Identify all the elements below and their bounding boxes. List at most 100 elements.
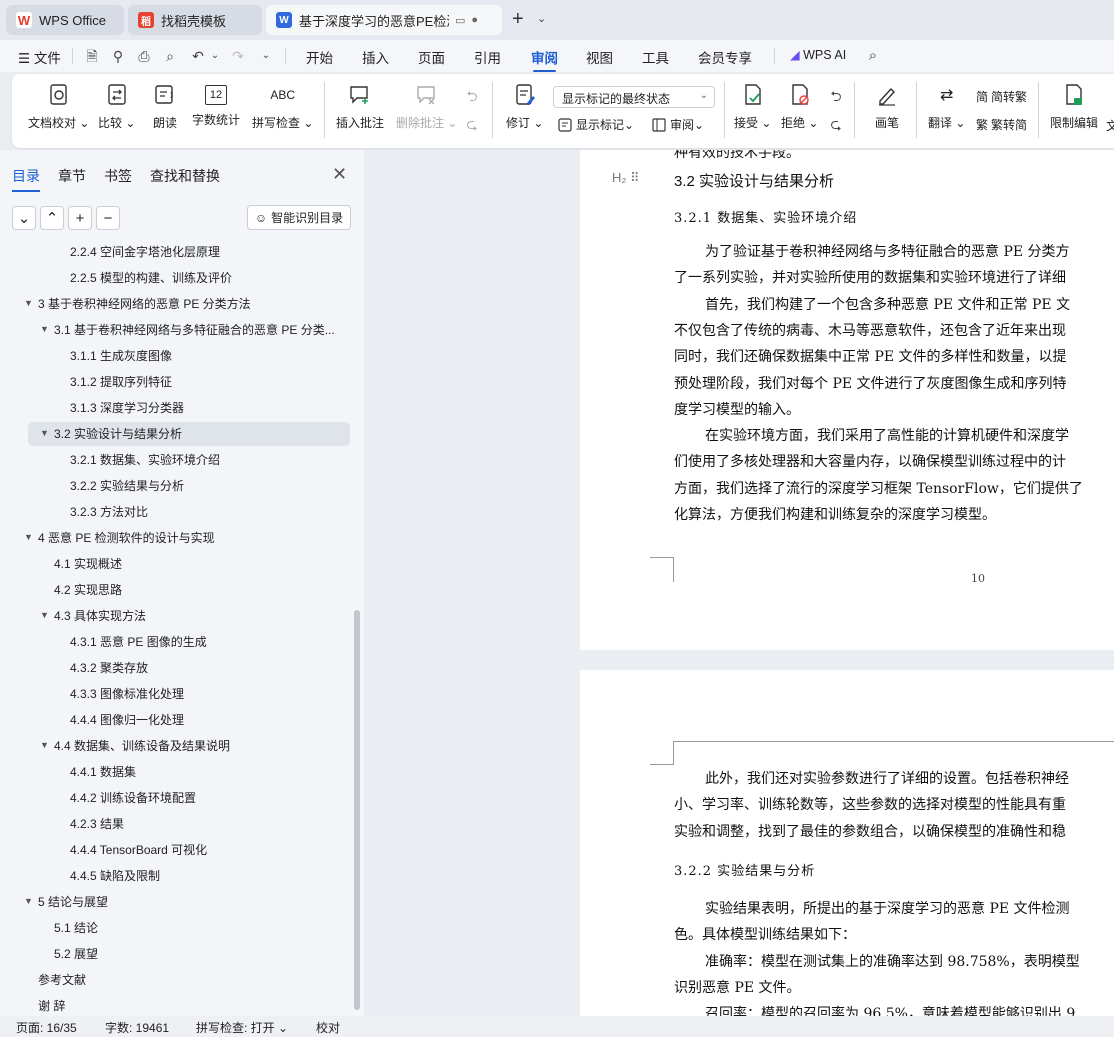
undo-icon[interactable]: ↶	[190, 48, 206, 64]
tab-wps-office[interactable]: W WPS Office	[6, 5, 124, 35]
new-tab-plus-icon[interactable]: +	[512, 9, 524, 29]
undo-dropdown-icon[interactable]: ⌄	[207, 48, 223, 64]
proofread-status[interactable]: 校对	[316, 1019, 340, 1036]
wps-ai-button[interactable]: ◢ WPS AI	[790, 47, 846, 62]
pen-button[interactable]: 画笔	[874, 82, 900, 131]
next-change-icon[interactable]: ⮎	[828, 116, 844, 132]
unsaved-dot-icon[interactable]: ●	[471, 14, 478, 26]
toc-item[interactable]: 3.1 基于卷积神经网络与多特征融合的恶意 PE 分类...	[54, 318, 335, 342]
toc-item[interactable]: 3.2 实验设计与结果分析	[54, 422, 182, 446]
tab-list-chevron-icon[interactable]: ⌄	[537, 12, 546, 25]
toc-item[interactable]: 4.4.2 训练设备环境配置	[70, 786, 196, 810]
toc-item[interactable]: 3.2.1 数据集、实验环境介绍	[70, 448, 220, 472]
compare-button[interactable]: 比较 ⌄	[98, 82, 135, 131]
collapse-triangle-icon[interactable]: ▼	[40, 428, 49, 438]
add-heading-plus-icon[interactable]: +	[68, 206, 92, 230]
menu-insert[interactable]: 插入	[362, 47, 389, 67]
collapse-chevron-up-icon[interactable]: ⌃	[40, 206, 64, 230]
word-count-button[interactable]: 12 字数统计	[192, 82, 240, 128]
simplified-to-traditional-button[interactable]: 简 简转繁	[976, 88, 1027, 105]
page-indicator[interactable]: 页面: 16/35	[16, 1019, 77, 1036]
collapse-triangle-icon[interactable]: ▼	[24, 298, 33, 308]
close-icon[interactable]: ✕	[332, 164, 347, 185]
remove-heading-minus-icon[interactable]: −	[96, 206, 120, 230]
collapse-triangle-icon[interactable]: ▼	[40, 610, 49, 620]
toc-item[interactable]: 4.3 具体实现方法	[54, 604, 146, 628]
nav-tab-find-replace[interactable]: 查找和替换	[150, 166, 220, 186]
collapse-triangle-icon[interactable]: ▼	[24, 896, 33, 906]
save-icon[interactable]: 🗎	[84, 48, 100, 64]
nav-tab-toc[interactable]: 目录	[12, 166, 40, 192]
more-dropdown-icon[interactable]: ⌄	[258, 48, 274, 64]
collapse-triangle-icon[interactable]: ▼	[24, 532, 33, 542]
menu-view[interactable]: 视图	[586, 47, 613, 67]
delete-comment-button[interactable]: 删除批注 ⌄	[396, 82, 457, 131]
menu-page[interactable]: 页面	[418, 47, 445, 67]
toc-item[interactable]: 4.2.3 结果	[70, 812, 124, 836]
toc-item[interactable]: 3 基于卷积神经网络的恶意 PE 分类方法	[38, 292, 251, 316]
toc-item[interactable]: 4.4.1 数据集	[70, 760, 136, 784]
toc-item[interactable]: 3.1.3 深度学习分类器	[70, 396, 184, 420]
toc-item[interactable]: 2.2.4 空间金字塔池化层原理	[70, 240, 220, 264]
toc-item[interactable]: 3.1.1 生成灰度图像	[70, 344, 172, 368]
toc-item[interactable]: 2.2.5 模型的构建、训练及评价	[70, 266, 232, 290]
redo-icon[interactable]: ↷	[230, 48, 246, 64]
menu-home[interactable]: 开始	[306, 47, 333, 67]
toc-item[interactable]: 4.1 实现概述	[54, 552, 122, 576]
heading-level-h2-icon[interactable]: H₂ ⠿	[612, 170, 640, 186]
link-icon[interactable]: ⚲	[110, 48, 126, 64]
toc-item[interactable]: 4.3.3 图像标准化处理	[70, 682, 184, 706]
collapse-triangle-icon[interactable]: ▼	[40, 324, 49, 334]
print-preview-icon[interactable]: ⌕	[162, 48, 178, 64]
tab-docer-templates[interactable]: 稻 找稻壳模板	[128, 5, 262, 35]
file-menu[interactable]: ☰ 文件	[18, 47, 61, 67]
review-pane-button[interactable]: 审阅 ⌄	[652, 116, 704, 133]
nav-tab-bookmarks[interactable]: 书签	[104, 166, 132, 186]
proofread-button[interactable]: 文档校对 ⌄	[28, 82, 89, 131]
toc-item[interactable]: 4.3.2 聚类存放	[70, 656, 148, 680]
menu-review[interactable]: 审阅	[531, 47, 558, 72]
toc-item[interactable]: 谢 辞	[38, 994, 65, 1016]
toc-item[interactable]: 4.4.5 缺陷及限制	[70, 864, 160, 888]
toc-item[interactable]: 4.3.1 恶意 PE 图像的生成	[70, 630, 207, 654]
restrict-editing-button[interactable]: 限制编辑	[1050, 82, 1098, 131]
track-changes-button[interactable]: 修订 ⌄	[506, 82, 543, 131]
toc-item[interactable]: 3.2.2 实验结果与分析	[70, 474, 184, 498]
translate-button[interactable]: ⇄ 翻译 ⌄	[928, 82, 965, 131]
menu-member[interactable]: 会员专享	[698, 47, 752, 67]
spell-check-button[interactable]: ABC 拼写检查 ⌄	[252, 82, 313, 131]
toc-item[interactable]: 5.2 展望	[54, 942, 98, 966]
more-ribbon-item[interactable]: 文	[1106, 117, 1114, 134]
menu-references[interactable]: 引用	[474, 47, 501, 67]
toc-item[interactable]: 参考文献	[38, 968, 86, 992]
traditional-to-simplified-button[interactable]: 繁 繁转简	[976, 116, 1027, 133]
tab-current-document[interactable]: W 基于深度学习的恶意PE检测软 ▭ ●	[266, 5, 502, 35]
print-icon[interactable]: ⎙	[136, 48, 152, 64]
insert-comment-button[interactable]: 插入批注	[336, 82, 384, 131]
toc-item[interactable]: 4.4.4 TensorBoard 可视化	[70, 838, 207, 862]
toc-item[interactable]: 4.4 数据集、训练设备及结果说明	[54, 734, 230, 758]
smart-toc-button[interactable]: ☺ 智能识别目录	[247, 205, 351, 230]
toc-item[interactable]: 4 恶意 PE 检测软件的设计与实现	[38, 526, 215, 550]
toc-item[interactable]: 4.4.4 图像归一化处理	[70, 708, 184, 732]
previous-comment-icon[interactable]: ⮌	[464, 88, 480, 104]
read-aloud-button[interactable]: 朗读	[152, 82, 178, 131]
toc-item[interactable]: 3.2.3 方法对比	[70, 500, 148, 524]
spell-check-status[interactable]: 拼写检查: 打开 ⌄	[196, 1019, 288, 1036]
toc-scrollbar[interactable]	[354, 610, 360, 1010]
search-icon[interactable]: ⌕	[865, 48, 881, 64]
reject-button[interactable]: 拒绝 ⌄	[781, 82, 818, 131]
show-markup-button[interactable]: 显示标记 ⌄	[558, 116, 634, 133]
collapse-triangle-icon[interactable]: ▼	[40, 740, 49, 750]
markup-display-select[interactable]: 显示标记的最终状态 ⌄	[553, 86, 715, 108]
toc-item[interactable]: 5 结论与展望	[38, 890, 108, 914]
word-count-indicator[interactable]: 字数: 19461	[105, 1019, 169, 1036]
nav-tab-sections[interactable]: 章节	[58, 166, 86, 186]
toc-item[interactable]: 4.2 实现思路	[54, 578, 122, 602]
menu-tools[interactable]: 工具	[642, 47, 669, 67]
previous-change-icon[interactable]: ⮌	[828, 88, 844, 104]
expand-all-chevron-down-icon[interactable]: ⌄	[12, 206, 36, 230]
accept-button[interactable]: 接受 ⌄	[734, 82, 771, 131]
toc-item[interactable]: 3.1.2 提取序列特征	[70, 370, 172, 394]
toc-item[interactable]: 5.1 结论	[54, 916, 98, 940]
